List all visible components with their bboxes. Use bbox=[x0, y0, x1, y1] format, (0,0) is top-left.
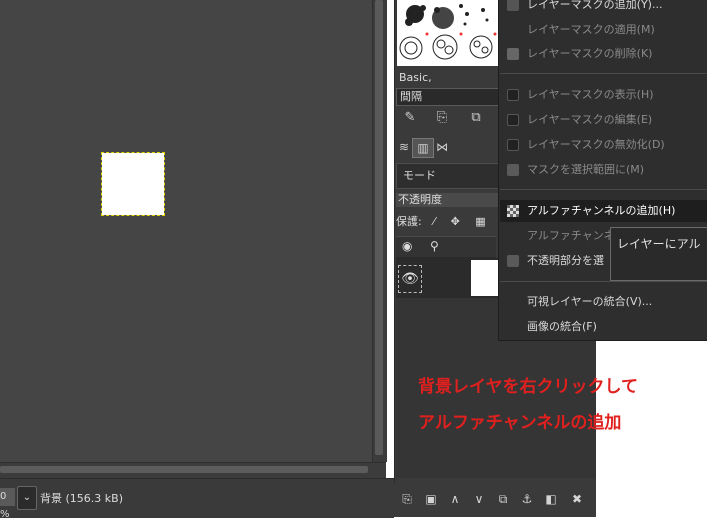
layer-thumbnail bbox=[471, 260, 501, 296]
menu-item-delete-layer-mask[interactable]: レイヤーマスクの削除(K) bbox=[500, 43, 707, 65]
menu-item-flatten-image[interactable]: 画像の統合(F) bbox=[500, 316, 707, 338]
zoom-dropdown-button[interactable]: ⌄ bbox=[17, 486, 37, 510]
tab-paths[interactable]: ⋈ bbox=[432, 138, 452, 156]
canvas-layer-selection[interactable] bbox=[101, 152, 165, 216]
spacing-slider[interactable]: 間隔 bbox=[396, 88, 502, 106]
add-mask-icon bbox=[507, 0, 519, 11]
mask-layer-icon[interactable]: ◧ bbox=[542, 490, 560, 508]
brush-preview-grid[interactable] bbox=[397, 0, 498, 66]
menu-item-mask-to-selection[interactable]: マスクを選択範囲に(M) bbox=[500, 159, 707, 181]
delete-mask-icon bbox=[507, 48, 519, 60]
paths-icon: ⋈ bbox=[436, 140, 448, 154]
delete-layer-icon[interactable]: ✖ bbox=[568, 490, 586, 508]
new-brush-icon[interactable]: ⎘ bbox=[433, 109, 451, 127]
menu-item-merge-visible-layers[interactable]: 可視レイヤーの統合(V)... bbox=[500, 291, 707, 313]
menu-separator bbox=[500, 281, 707, 282]
lower-layer-icon[interactable]: ∨ bbox=[470, 490, 488, 508]
mask-to-selection-icon bbox=[507, 164, 519, 176]
lock-alpha-icon[interactable]: ▦ bbox=[475, 215, 485, 228]
zoom-field[interactable]: 0 % bbox=[0, 488, 15, 520]
tab-channels[interactable]: ▥ bbox=[412, 138, 434, 158]
menu-item-add-layer-mask[interactable]: レイヤーマスクの追加(Y)... bbox=[500, 0, 707, 16]
layer-visibility-eye-icon[interactable]: 👁 bbox=[398, 265, 422, 293]
duplicate-layer-icon[interactable]: ⧉ bbox=[494, 490, 512, 508]
duplicate-brush-icon[interactable]: ⧉ bbox=[467, 109, 485, 127]
menu-separator bbox=[500, 189, 707, 190]
layer-mode-select[interactable]: モード bbox=[396, 163, 504, 189]
annotation-text-line2: アルファチャンネルの追加 bbox=[418, 413, 622, 433]
menu-item-edit-layer-mask[interactable]: レイヤーマスクの編集(E) bbox=[500, 109, 707, 131]
alpha-to-selection-icon bbox=[507, 255, 519, 267]
status-text: 背景 (156.3 kB) bbox=[40, 492, 123, 505]
new-layer-icon[interactable]: ⎘ bbox=[398, 490, 416, 508]
vertical-scrollbar-thumb[interactable] bbox=[375, 0, 383, 455]
edit-brush-icon[interactable]: ✎ bbox=[401, 109, 419, 127]
annotation-text-line1: 背景レイヤを右クリックして bbox=[418, 377, 638, 397]
tooltip-text: レイヤーにアル bbox=[617, 237, 701, 251]
channels-icon: ▥ bbox=[417, 141, 429, 155]
tooltip: レイヤーにアル bbox=[610, 227, 707, 281]
menu-item-apply-layer-mask[interactable]: レイヤーマスクの適用(M) bbox=[500, 19, 707, 41]
brush-name-label: Basic, bbox=[396, 70, 500, 86]
alpha-channel-icon bbox=[507, 205, 519, 217]
menu-item-disable-layer-mask[interactable]: レイヤーマスクの無効化(D) bbox=[500, 134, 707, 156]
layers-icon: ≋ bbox=[398, 140, 410, 154]
lock-position-icon[interactable]: ✥ bbox=[451, 215, 460, 228]
menu-item-show-layer-mask[interactable]: レイヤーマスクの表示(H) bbox=[500, 84, 707, 106]
lock-pixels-icon[interactable]: ⁄ bbox=[433, 215, 435, 228]
horizontal-scrollbar-thumb[interactable] bbox=[0, 466, 368, 473]
menu-item-add-alpha-channel[interactable]: アルファチャンネルの追加(H) bbox=[500, 200, 707, 222]
menu-separator bbox=[500, 73, 707, 74]
checkbox-icon bbox=[507, 89, 519, 101]
raise-layer-icon[interactable]: ∧ bbox=[446, 490, 464, 508]
tab-layers[interactable]: ≋ bbox=[394, 138, 414, 156]
opacity-slider[interactable]: 不透明度 bbox=[396, 193, 498, 207]
image-canvas[interactable] bbox=[0, 0, 372, 462]
checkbox-icon bbox=[507, 139, 519, 151]
anchor-layer-icon[interactable]: ⚓ bbox=[518, 490, 536, 508]
lock-label: 保護: bbox=[396, 215, 422, 228]
lock-row: 保護: ⁄ ✥ ▦ bbox=[396, 213, 486, 231]
checkbox-icon bbox=[507, 114, 519, 126]
brushes-icon bbox=[397, 0, 498, 66]
layer-list-header: ◉ ⚲ bbox=[396, 236, 496, 258]
new-layer-group-icon[interactable]: ▣ bbox=[422, 490, 440, 508]
visibility-header-eye-icon: ◉ bbox=[402, 239, 413, 253]
chain-header-icon: ⚲ bbox=[430, 239, 439, 253]
chevron-down-icon: ⌄ bbox=[22, 492, 32, 503]
